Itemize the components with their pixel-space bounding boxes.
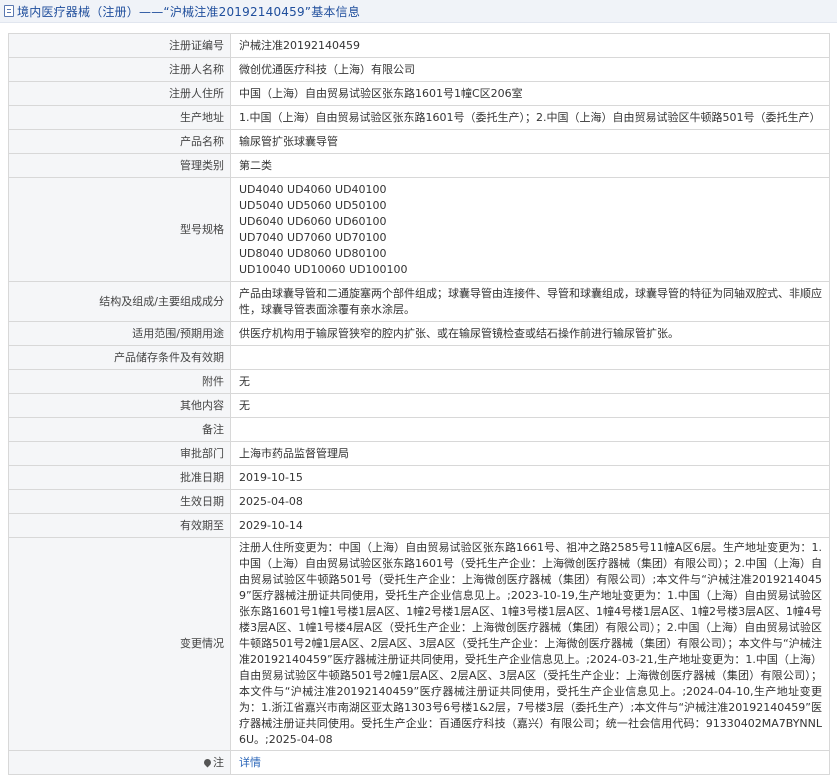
model-spec-line: UD8040 UD8060 UD80100: [239, 246, 387, 260]
info-row-registration-number: 注册证编号 沪械注准20192140459: [8, 33, 830, 58]
info-row-models-specs: 型号规格 UD4040 UD4060 UD40100 UD5040 UD5060 U…: [8, 177, 830, 282]
expiry-date-value: 2029-10-14: [230, 513, 830, 538]
page-header: 境内医疗器械（注册）——“沪械注准20192140459”基本信息: [0, 0, 837, 23]
info-row-registrant-name: 注册人名称 微创优通医疗科技（上海）有限公司: [8, 57, 830, 82]
info-row-registrant-address: 注册人住所 中国（上海）自由贸易试验区张东路1601号1幢C区206室: [8, 81, 830, 106]
detail-link[interactable]: 详情: [239, 756, 261, 769]
model-spec-line: UD6040 UD6060 UD60100: [239, 214, 387, 228]
production-address-label: 生产地址: [8, 105, 231, 130]
info-row-structure-composition: 结构及组成/主要组成成分 产品由球囊导管和二通旋塞两个部件组成；球囊导管由连接件、…: [8, 281, 830, 322]
info-row-footnote: 注 详情: [8, 750, 830, 775]
info-row-intended-use: 适用范围/预期用途 供医疗机构用于输尿管狭窄的腔内扩张、或在输尿管镜检查或结石操作…: [8, 321, 830, 346]
info-row-product-name: 产品名称 输尿管扩张球囊导管: [8, 129, 830, 154]
info-row-storage-conditions: 产品储存条件及有效期: [8, 345, 830, 370]
footnote-label-cell: 注: [8, 750, 231, 775]
change-history-value: 注册人住所变更为：中国（上海）自由贸易试验区张东路1661号、祖冲之路2585号…: [230, 537, 830, 751]
model-spec-line: UD4040 UD4060 UD40100: [239, 182, 387, 196]
attachments-value: 无: [230, 369, 830, 394]
registrant-name-label: 注册人名称: [8, 57, 231, 82]
info-row-expiry-date: 有效期至 2029-10-14: [8, 513, 830, 538]
info-row-other-content: 其他内容无: [8, 393, 830, 418]
registrant-name-value: 微创优通医疗科技（上海）有限公司: [230, 57, 830, 82]
registrant-address-label: 注册人住所: [8, 81, 231, 106]
storage-conditions-label: 产品储存条件及有效期: [8, 345, 231, 370]
attachments-label: 附件: [8, 369, 231, 394]
approval-department-label: 审批部门: [8, 441, 231, 466]
management-category-label: 管理类别: [8, 153, 231, 178]
models-specs-value: UD4040 UD4060 UD40100 UD5040 UD5060 UD501…: [230, 177, 830, 282]
structure-composition-value: 产品由球囊导管和二通旋塞两个部件组成；球囊导管由连接件、导管和球囊组成，球囊导管…: [230, 281, 830, 322]
product-name-value: 输尿管扩张球囊导管: [230, 129, 830, 154]
approval-date-value: 2019-10-15: [230, 465, 830, 490]
info-row-approval-date: 批准日期 2019-10-15: [8, 465, 830, 490]
product-name-label: 产品名称: [8, 129, 231, 154]
registration-number-label: 注册证编号: [8, 33, 231, 58]
remarks-value: [230, 417, 830, 442]
device-info-table: 注册证编号 沪械注准20192140459 注册人名称 微创优通医疗科技（上海）有限公…: [8, 33, 830, 775]
other-content-label: 其他内容: [8, 393, 231, 418]
approval-department-value: 上海市药品监督管理局: [230, 441, 830, 466]
management-category-value: 第二类: [230, 153, 830, 178]
footnote-value-cell: 详情: [230, 750, 830, 775]
expiry-date-label: 有效期至: [8, 513, 231, 538]
document-icon: [4, 5, 14, 17]
production-address-value: 1.中国（上海）自由贸易试验区张东路1601号（委托生产）；2.中国（上海）自由…: [230, 105, 830, 130]
effective-date-value: 2025-04-08: [230, 489, 830, 514]
info-row-production-address: 生产地址 1.中国（上海）自由贸易试验区张东路1601号（委托生产）；2.中国（上…: [8, 105, 830, 130]
intended-use-value: 供医疗机构用于输尿管狭窄的腔内扩张、或在输尿管镜检查或结石操作前进行输尿管扩张。: [230, 321, 830, 346]
info-row-change-history: 变更情况 注册人住所变更为：中国（上海）自由贸易试验区张东路1661号、祖冲之路2…: [8, 537, 830, 751]
remarks-label: 备注: [8, 417, 231, 442]
footnote-label: 注: [213, 755, 224, 769]
change-history-label: 变更情况: [8, 537, 231, 751]
structure-composition-label: 结构及组成/主要组成成分: [8, 281, 231, 322]
info-row-attachments: 附件无: [8, 369, 830, 394]
info-row-remarks: 备注: [8, 417, 830, 442]
model-spec-line: UD10040 UD10060 UD100100: [239, 262, 408, 276]
approval-date-label: 批准日期: [8, 465, 231, 490]
storage-conditions-value: [230, 345, 830, 370]
info-row-management-category: 管理类别 第二类: [8, 153, 830, 178]
model-spec-line: UD5040 UD5060 UD50100: [239, 198, 387, 212]
model-spec-line: UD7040 UD7060 UD70100: [239, 230, 387, 244]
page-title: 境内医疗器械（注册）——“沪械注准20192140459”基本信息: [17, 4, 361, 19]
registration-number-value: 沪械注准20192140459: [230, 33, 830, 58]
effective-date-label: 生效日期: [8, 489, 231, 514]
models-specs-label: 型号规格: [8, 177, 231, 282]
pin-icon: [202, 757, 213, 767]
registrant-address-value: 中国（上海）自由贸易试验区张东路1601号1幢C区206室: [230, 81, 830, 106]
info-row-effective-date: 生效日期 2025-04-08: [8, 489, 830, 514]
info-row-approval-department: 审批部门 上海市药品监督管理局: [8, 441, 830, 466]
other-content-value: 无: [230, 393, 830, 418]
intended-use-label: 适用范围/预期用途: [8, 321, 231, 346]
